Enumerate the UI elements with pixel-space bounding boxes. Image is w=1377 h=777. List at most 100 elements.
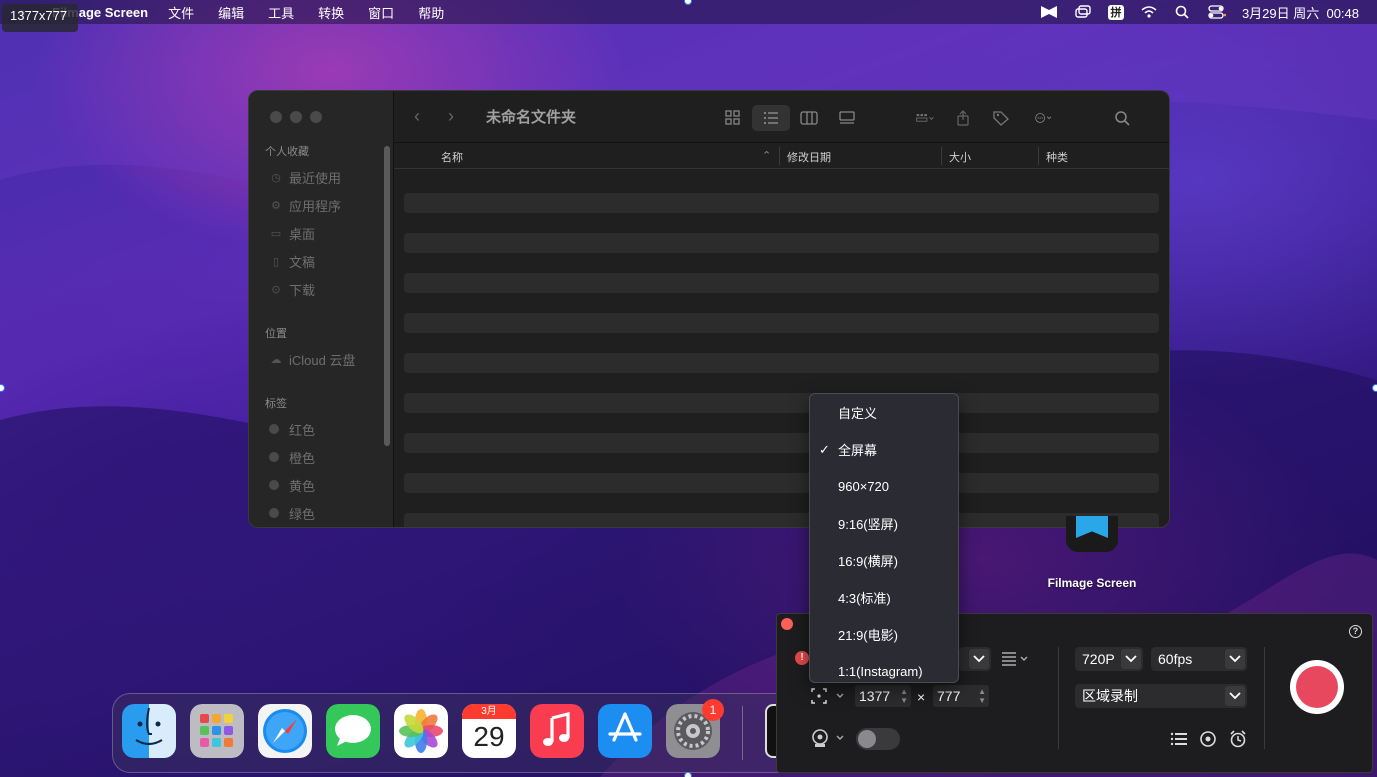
back-icon[interactable]: ‹ (414, 106, 448, 127)
search-icon[interactable] (1174, 5, 1192, 19)
height-stepper-icon[interactable]: ▲ ▼ (978, 687, 986, 705)
window-title: 未命名文件夹 (486, 109, 577, 126)
sidebar-item-documents[interactable]: ▯ 文稿 (269, 247, 393, 275)
column-name[interactable]: 名称 (441, 149, 463, 165)
menu-item-1-1[interactable]: 1:1(Instagram) (810, 653, 958, 690)
column-modified[interactable]: 修改日期 (787, 149, 831, 165)
column-divider[interactable] (941, 147, 942, 165)
tag-icon[interactable] (982, 105, 1020, 131)
menu-item-custom[interactable]: 自定义 (810, 394, 958, 431)
sidebar-tag-blue[interactable]: 蓝色 (269, 527, 393, 528)
column-size[interactable]: 大小 (949, 149, 971, 165)
webcam-toggle[interactable] (856, 728, 900, 750)
forward-icon[interactable]: › (448, 106, 482, 127)
menu-convert[interactable]: 转换 (318, 3, 344, 22)
sidebar-tag-red[interactable]: 红色 (269, 415, 393, 443)
calendar-day: 29 (473, 721, 505, 752)
warning-icon[interactable]: ! (795, 651, 809, 665)
music-icon[interactable] (530, 704, 584, 758)
desktop-app-icon[interactable]: Filmage Screen (1042, 516, 1142, 590)
launchpad-icon[interactable] (190, 704, 244, 758)
webcam-icon[interactable] (810, 728, 848, 748)
menu-item-label: 1:1(Instagram) (838, 664, 923, 679)
finder-icon[interactable] (122, 704, 176, 758)
sidebar-item-label: 绿色 (289, 506, 316, 522)
menu-item-9-16[interactable]: 9:16(竖屏) (810, 505, 958, 542)
control-center-icon[interactable] (1208, 5, 1226, 19)
calendar-icon[interactable]: 3月 29 (462, 704, 516, 758)
sidebar-item-desktop[interactable]: ▭ 桌面 (269, 219, 393, 247)
alarm-clock-icon[interactable] (1229, 730, 1247, 748)
selection-handle-right[interactable] (1372, 384, 1377, 392)
file-list (394, 193, 1169, 527)
sidebar-item-applications[interactable]: ⚙ 应用程序 (269, 191, 393, 219)
app-store-icon[interactable] (598, 704, 652, 758)
list-item (404, 313, 1159, 333)
close-window-button[interactable] (270, 111, 282, 123)
icon-view-button[interactable] (714, 105, 752, 131)
menu-item-label: 960×720 (838, 479, 889, 494)
menu-edit[interactable]: 编辑 (218, 3, 244, 22)
dock: 3月 29 1 (112, 693, 812, 773)
sidebar-tag-green[interactable]: 绿色 (269, 499, 393, 527)
aspect-dropdown-toggle[interactable] (959, 647, 991, 671)
gallery-view-button[interactable] (828, 105, 866, 131)
menu-item-label: 21:9(电影) (838, 628, 898, 643)
window-overlap-icon[interactable] (1074, 5, 1092, 19)
filmage-status-icon[interactable] (1040, 5, 1058, 19)
column-divider[interactable] (779, 147, 780, 165)
resolution-select[interactable]: 720P (1075, 647, 1143, 671)
menu-tools[interactable]: 工具 (268, 3, 294, 22)
safari-icon[interactable] (258, 704, 312, 758)
sidebar-scrollbar[interactable] (384, 146, 390, 446)
menu-item-16-9[interactable]: 16:9(横屏) (810, 542, 958, 579)
list-column-header: 名称 ⌃ 修改日期 大小 种类 (394, 143, 1169, 169)
list-view-button[interactable] (752, 105, 790, 131)
input-method-icon[interactable]: 拼 (1107, 4, 1124, 20)
wifi-icon[interactable] (1140, 5, 1158, 19)
group-by-icon[interactable] (906, 105, 944, 131)
messages-icon[interactable] (326, 704, 380, 758)
menu-item-fullscreen[interactable]: ✓ 全屏幕 (810, 431, 958, 468)
chevron-down-icon (1225, 649, 1245, 669)
sidebar-tag-yellow[interactable]: 黄色 (269, 471, 393, 499)
chevron-down-icon (1225, 686, 1245, 706)
more-actions-icon[interactable] (1020, 105, 1068, 131)
sidebar-tag-orange[interactable]: 橙色 (269, 443, 393, 471)
column-kind[interactable]: 种类 (1046, 149, 1068, 165)
zoom-window-button[interactable] (310, 111, 322, 123)
sort-chevron-up-icon[interactable]: ⌃ (762, 149, 771, 162)
search-icon[interactable] (1104, 105, 1142, 131)
dimension-times-sign: × (917, 689, 926, 705)
list-item (404, 433, 1159, 453)
menu-item-21-9[interactable]: 21:9(电影) (810, 616, 958, 653)
minimize-window-button[interactable] (290, 111, 302, 123)
sidebar-item-downloads[interactable]: ⊙ 下载 (269, 275, 393, 303)
target-icon[interactable] (1199, 730, 1217, 748)
panel-close-button[interactable] (781, 618, 793, 630)
tag-dot-icon (269, 508, 279, 518)
menubar-clock[interactable]: 3月29日 周六 00:48 (1242, 3, 1359, 22)
sidebar-item-recents[interactable]: ◷ 最近使用 (269, 163, 393, 191)
list-icon[interactable] (1169, 731, 1189, 747)
width-value: 1377 (859, 688, 891, 704)
applications-icon: ⚙ (271, 199, 281, 212)
capture-size-badge: 1377x777 (2, 4, 78, 32)
capture-size-menu: 自定义 ✓ 全屏幕 960×720 9:16(竖屏) 16:9(横屏) 4:3(标… (809, 393, 959, 683)
sidebar-item-icloud[interactable]: ☁ iCloud 云盘 (269, 345, 393, 373)
column-view-button[interactable] (790, 105, 828, 131)
cloud-icon: ☁ (270, 353, 282, 366)
audio-level-icon[interactable] (1001, 650, 1031, 668)
menu-help[interactable]: 帮助 (418, 3, 444, 22)
fps-select[interactable]: 60fps (1151, 647, 1247, 671)
photos-icon[interactable] (394, 704, 448, 758)
share-icon[interactable] (944, 105, 982, 131)
menu-file[interactable]: 文件 (168, 3, 194, 22)
menu-item-4-3[interactable]: 4:3(标准) (810, 579, 958, 616)
column-divider[interactable] (1038, 147, 1039, 165)
menu-window[interactable]: 窗口 (368, 3, 394, 22)
help-icon[interactable]: ? (1349, 625, 1362, 638)
record-mode-select[interactable]: 区域录制 (1075, 684, 1247, 708)
menu-item-960x720[interactable]: 960×720 (810, 468, 958, 505)
record-button[interactable] (1290, 660, 1344, 714)
